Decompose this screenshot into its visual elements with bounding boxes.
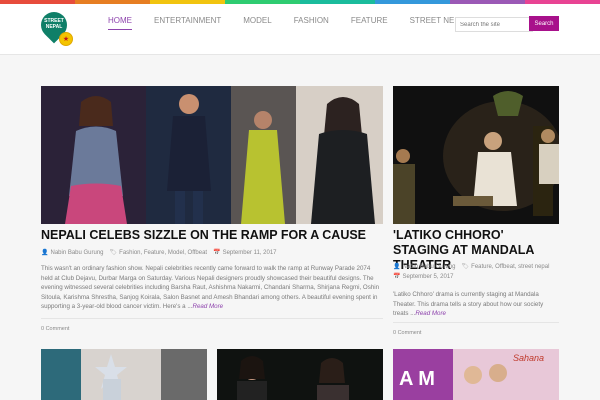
date-text: September 5, 2017 [402, 274, 454, 280]
logo-text: STREET NEPAL [44, 18, 64, 30]
photo-illustration [41, 349, 207, 400]
ramp-photo-illustration [41, 86, 383, 224]
nav-item-model[interactable]: MODEL [243, 16, 271, 36]
post-card-featured: NEPALI CELEBS SIZZLE ON THE RAMP FOR A C… [41, 86, 383, 336]
category-list: Feature, Offbeat, street nepal [471, 264, 550, 270]
user-icon: 👤 [41, 250, 49, 256]
comment-count[interactable]: 0 Comment [41, 326, 69, 332]
post-excerpt: This wasn't an ordinary fashion show. Ne… [41, 264, 383, 312]
calendar-icon: 📅 [393, 274, 401, 280]
nav-label: FASHION [293, 16, 329, 25]
post-image-ramp[interactable] [41, 86, 383, 224]
nav-label: HOME [108, 16, 132, 25]
star-badge-icon: ★ [59, 32, 73, 46]
calendar-icon: 📅 [213, 250, 221, 256]
user-icon: 👤 [393, 264, 401, 270]
site-logo[interactable]: STREET NEPAL ★ [35, 6, 75, 50]
date-text: September 11, 2017 [222, 250, 277, 256]
nav-item-entertainment[interactable]: ENTERTAINMENT [154, 16, 221, 36]
movie-title-art: A M [399, 368, 435, 390]
post-image-theater[interactable] [393, 86, 559, 224]
post-image-group[interactable] [217, 349, 383, 400]
nav-item-home[interactable]: HOME [108, 16, 132, 36]
site-header: STREET NEPAL ★ HOME ENTERTAINMENT MODEL FAS… [0, 4, 600, 55]
post-categories[interactable]: 🏷 Feature, Offbeat, street nepal [462, 263, 550, 271]
category-list: Fashion, Feature, Model, Offbeat [119, 250, 208, 256]
nav-label: ENTERTAINMENT [154, 16, 222, 25]
author-name: Nabin Babu Gurung [50, 250, 104, 256]
post-excerpt: 'Latiko Chhoro' drama is currently stagi… [393, 290, 559, 319]
post-date: 📅 September 5, 2017 [393, 273, 454, 281]
theater-photo-illustration [393, 86, 559, 224]
post-meta: 👤 Nabin Babu Gurung 🏷 Fashion, Feature, Mo… [41, 249, 277, 257]
post-title[interactable]: NEPALI CELEBS SIZZLE ON THE RAMP FOR A C… [41, 228, 383, 243]
post-author[interactable]: 👤 Nabin Babu Gurung [393, 263, 456, 271]
post-categories[interactable]: 🏷 Fashion, Feature, Model, Offbeat [110, 249, 208, 257]
post-author[interactable]: 👤 Nabin Babu Gurung [41, 249, 104, 257]
photo-illustration [217, 349, 383, 400]
tag-icon: 🏷 [461, 264, 470, 270]
nav-label: MODEL [243, 16, 272, 25]
post-date: 📅 September 11, 2017 [213, 249, 276, 257]
photo-illustration: A M Sahana [393, 349, 559, 400]
search-input[interactable] [455, 17, 533, 32]
movie-logo-art: Sahana [513, 353, 544, 363]
post-image-movie[interactable]: A M Sahana [393, 349, 559, 400]
post-image-lady-liberty[interactable] [41, 349, 207, 400]
author-name: Nabin Babu Gurung [402, 264, 456, 270]
post-card-side: 'LATIKO CHHORO' STAGING AT MANDALA THEAT… [393, 86, 559, 341]
search-button[interactable]: Search [529, 16, 559, 31]
divider [393, 322, 559, 323]
read-more-link[interactable]: Read More [415, 310, 446, 317]
tag-icon: 🏷 [109, 250, 118, 256]
nav-item-feature[interactable]: FEATURE [351, 16, 388, 36]
comment-count[interactable]: 0 Comment [393, 330, 421, 336]
post-meta: 👤 Nabin Babu Gurung 🏷 Feature, Offbeat, st… [393, 263, 559, 281]
nav-label: FEATURE [350, 16, 388, 25]
read-more-link[interactable]: Read More [192, 303, 223, 310]
divider [41, 318, 383, 319]
nav-item-fashion[interactable]: FASHION [294, 16, 329, 36]
